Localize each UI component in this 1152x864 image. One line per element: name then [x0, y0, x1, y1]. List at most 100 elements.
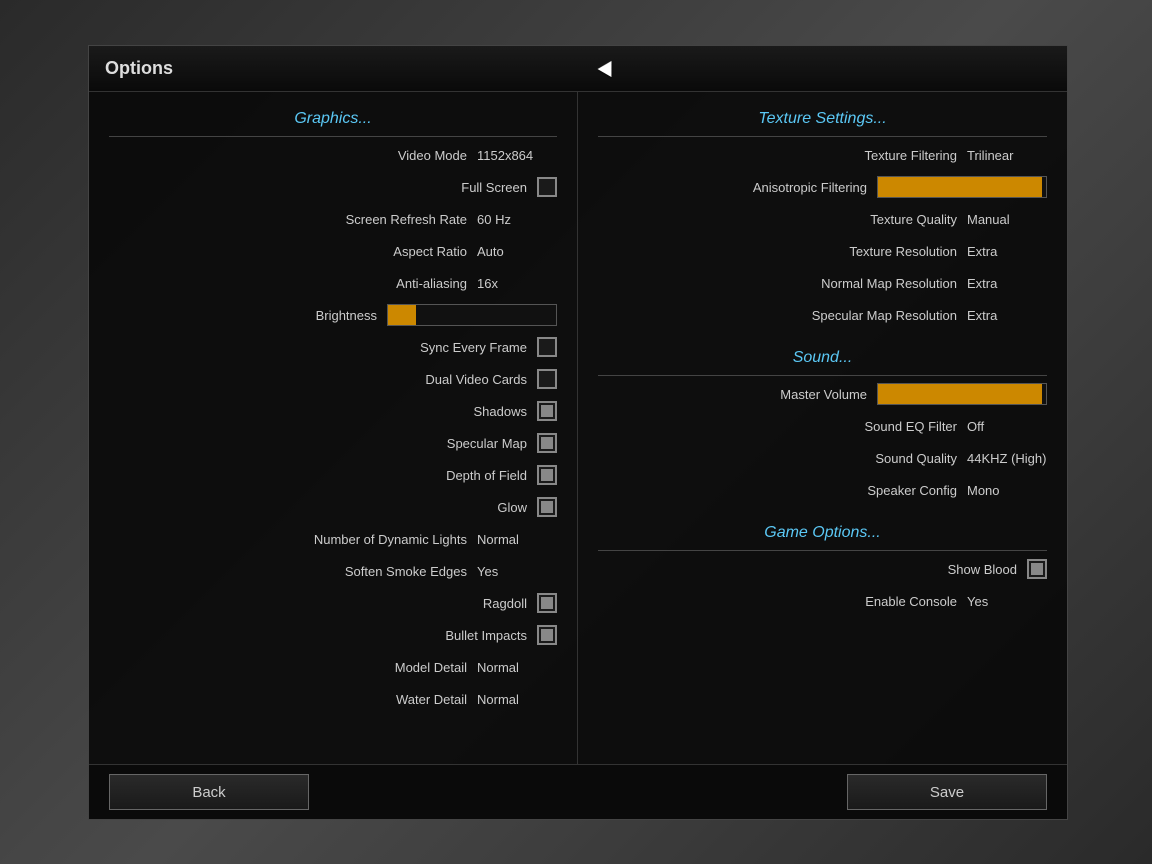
row-aniso-filtering: Anisotropic Filtering: [578, 171, 1067, 203]
row-texture-resolution: Texture Resolution Extra: [578, 235, 1067, 267]
master-volume-slider[interactable]: [877, 383, 1047, 405]
speaker-config-label: Speaker Config: [867, 483, 957, 498]
sync-frame-label: Sync Every Frame: [420, 340, 527, 355]
row-bullet-impacts: Bullet Impacts: [89, 619, 577, 651]
row-refresh-rate: Screen Refresh Rate 60 Hz: [89, 203, 577, 235]
game-section-title: Game Options...: [578, 516, 1067, 548]
texture-filtering-value: Trilinear: [967, 148, 1047, 163]
show-blood-checkbox[interactable]: [1027, 559, 1047, 579]
bottom-bar: Back Save: [89, 764, 1067, 819]
row-sync-frame: Sync Every Frame: [89, 331, 577, 363]
specular-map-resolution-label: Specular Map Resolution: [812, 308, 957, 323]
row-specular-map: Specular Map: [89, 427, 577, 459]
dual-video-checkbox[interactable]: [537, 369, 557, 389]
row-dynamic-lights: Number of Dynamic Lights Normal: [89, 523, 577, 555]
normal-map-resolution-value: Extra: [967, 276, 1047, 291]
left-panel: Graphics... Video Mode 1152x864 Full Scr…: [89, 92, 578, 765]
smoke-edges-label: Soften Smoke Edges: [345, 564, 467, 579]
brightness-thumb: [400, 305, 416, 325]
save-button[interactable]: Save: [847, 774, 1047, 810]
row-texture-quality: Texture Quality Manual: [578, 203, 1067, 235]
aniso-filtering-label: Anisotropic Filtering: [753, 180, 867, 195]
texture-resolution-label: Texture Resolution: [849, 244, 957, 259]
depth-of-field-label: Depth of Field: [446, 468, 527, 483]
graphics-section-title: Graphics...: [89, 102, 577, 134]
eq-filter-value: Off: [967, 419, 1047, 434]
aspect-ratio-value: Auto: [477, 244, 557, 259]
row-master-volume: Master Volume: [578, 378, 1067, 410]
smoke-edges-value: Yes: [477, 564, 557, 579]
row-video-mode: Video Mode 1152x864: [89, 139, 577, 171]
aniso-fill: [878, 177, 1032, 197]
aniso-slider[interactable]: [877, 176, 1047, 198]
specular-map-resolution-value: Extra: [967, 308, 1047, 323]
anti-aliasing-value: 16x: [477, 276, 557, 291]
divider-sound: [598, 375, 1047, 376]
refresh-rate-value: 60 Hz: [477, 212, 557, 227]
row-enable-console: Enable Console Yes: [578, 585, 1067, 617]
row-brightness: Brightness: [89, 299, 577, 331]
model-detail-label: Model Detail: [395, 660, 467, 675]
master-volume-thumb: [1026, 384, 1042, 404]
aniso-thumb: [1026, 177, 1042, 197]
show-blood-label: Show Blood: [948, 562, 1017, 577]
dynamic-lights-label: Number of Dynamic Lights: [314, 532, 467, 547]
bullet-impacts-checkbox[interactable]: [537, 625, 557, 645]
divider-texture: [598, 136, 1047, 137]
texture-section-title: Texture Settings...: [578, 102, 1067, 134]
back-button[interactable]: Back: [109, 774, 309, 810]
normal-map-resolution-label: Normal Map Resolution: [821, 276, 957, 291]
video-mode-value: 1152x864: [477, 148, 557, 163]
depth-of-field-checkbox[interactable]: [537, 465, 557, 485]
row-smoke-edges: Soften Smoke Edges Yes: [89, 555, 577, 587]
enable-console-label: Enable Console: [865, 594, 957, 609]
sound-quality-value: 44KHZ (High): [967, 451, 1047, 466]
water-detail-value: Normal: [477, 692, 557, 707]
row-fullscreen: Full Screen: [89, 171, 577, 203]
master-volume-fill: [878, 384, 1032, 404]
shadows-checkbox[interactable]: [537, 401, 557, 421]
brightness-label: Brightness: [316, 308, 377, 323]
speaker-config-value: Mono: [967, 483, 1047, 498]
row-water-detail: Water Detail Normal: [89, 683, 577, 715]
row-model-detail: Model Detail Normal: [89, 651, 577, 683]
row-show-blood: Show Blood: [578, 553, 1067, 585]
row-specular-map-resolution: Specular Map Resolution Extra: [578, 299, 1067, 331]
row-anti-aliasing: Anti-aliasing 16x: [89, 267, 577, 299]
texture-filtering-label: Texture Filtering: [865, 148, 957, 163]
texture-resolution-value: Extra: [967, 244, 1047, 259]
video-mode-label: Video Mode: [398, 148, 467, 163]
sound-section-title: Sound...: [578, 341, 1067, 373]
row-depth-of-field: Depth of Field: [89, 459, 577, 491]
fullscreen-checkbox[interactable]: [537, 177, 557, 197]
sync-frame-checkbox[interactable]: [537, 337, 557, 357]
ragdoll-checkbox[interactable]: [537, 593, 557, 613]
sound-quality-label: Sound Quality: [875, 451, 957, 466]
row-shadows: Shadows: [89, 395, 577, 427]
specular-map-label: Specular Map: [447, 436, 527, 451]
glow-label: Glow: [497, 500, 527, 515]
row-sound-quality: Sound Quality 44KHZ (High): [578, 442, 1067, 474]
anti-aliasing-label: Anti-aliasing: [396, 276, 467, 291]
row-glow: Glow: [89, 491, 577, 523]
window-title: Options: [105, 58, 173, 78]
eq-filter-label: Sound EQ Filter: [865, 419, 958, 434]
model-detail-value: Normal: [477, 660, 557, 675]
row-ragdoll: Ragdoll: [89, 587, 577, 619]
texture-quality-label: Texture Quality: [870, 212, 957, 227]
refresh-rate-label: Screen Refresh Rate: [346, 212, 467, 227]
content-area: Graphics... Video Mode 1152x864 Full Scr…: [89, 92, 1067, 765]
specular-map-checkbox[interactable]: [537, 433, 557, 453]
dynamic-lights-value: Normal: [477, 532, 557, 547]
bullet-impacts-label: Bullet Impacts: [445, 628, 527, 643]
row-eq-filter: Sound EQ Filter Off: [578, 410, 1067, 442]
aspect-ratio-label: Aspect Ratio: [393, 244, 467, 259]
dual-video-label: Dual Video Cards: [425, 372, 527, 387]
brightness-slider[interactable]: [387, 304, 557, 326]
divider-graphics: [109, 136, 557, 137]
row-speaker-config: Speaker Config Mono: [578, 474, 1067, 506]
master-volume-label: Master Volume: [780, 387, 867, 402]
glow-checkbox[interactable]: [537, 497, 557, 517]
enable-console-value: Yes: [967, 594, 1047, 609]
texture-quality-value: Manual: [967, 212, 1047, 227]
